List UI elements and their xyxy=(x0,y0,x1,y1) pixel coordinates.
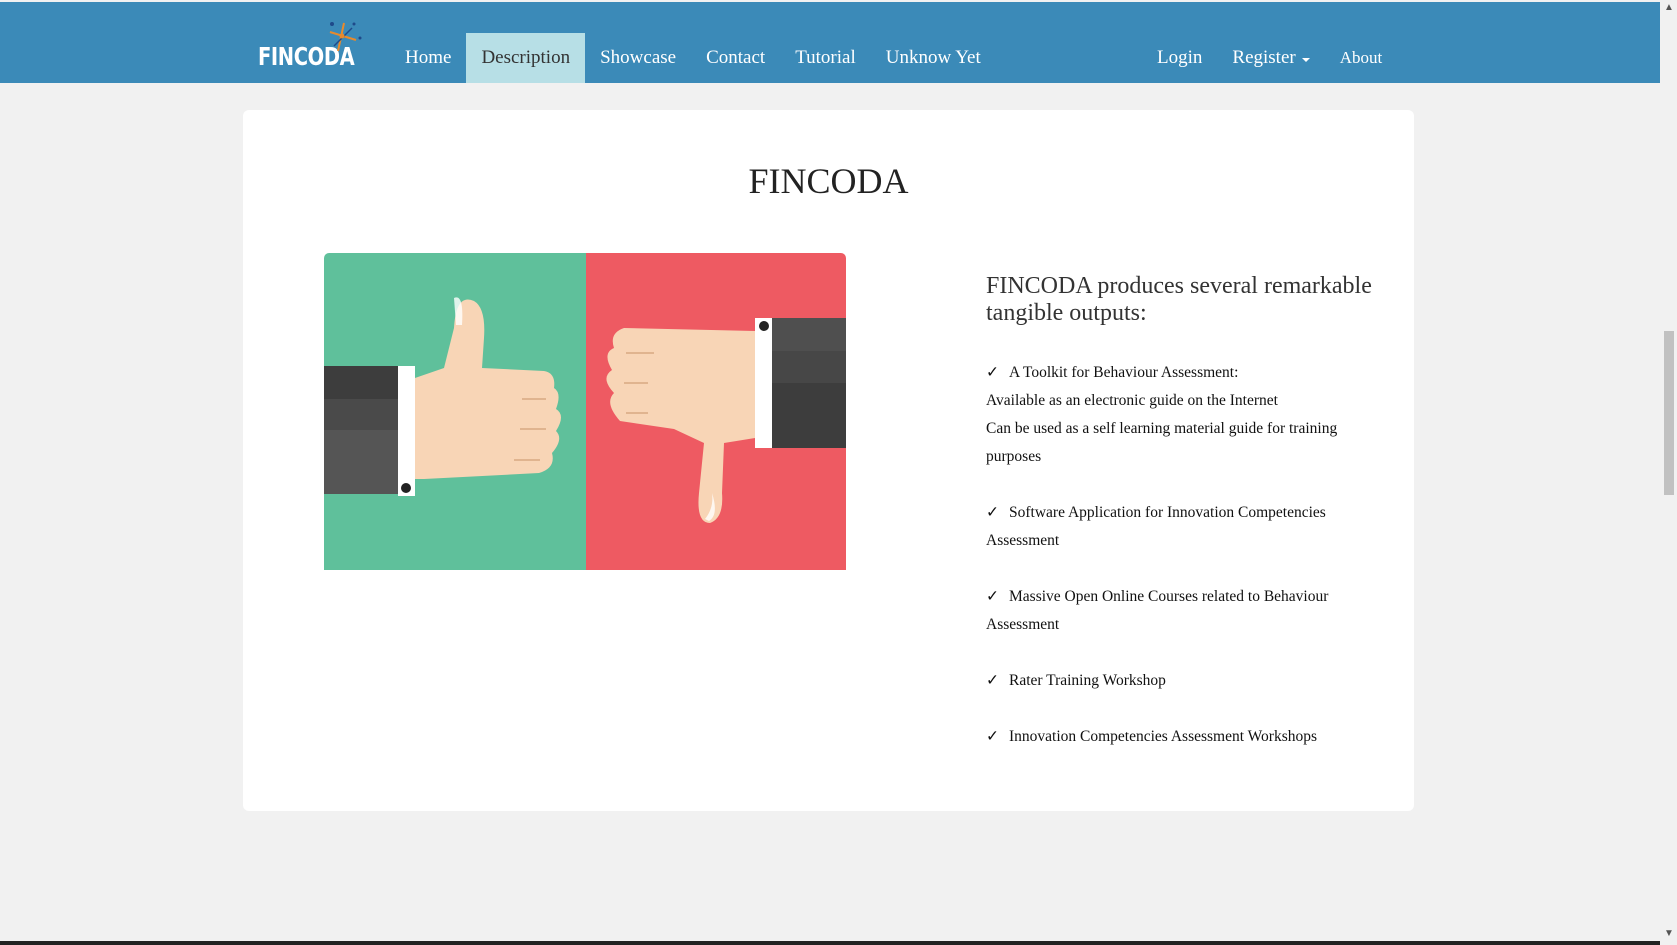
brand-logo[interactable]: FINCODA xyxy=(256,18,366,78)
vertical-scrollbar[interactable]: ▲ ▼ xyxy=(1660,0,1677,945)
output-detail: Available as an electronic guide on the … xyxy=(986,392,1278,409)
checkmark-icon: ✓ xyxy=(986,588,999,605)
output-detail: Can be used as a self learning material … xyxy=(986,420,1338,465)
outputs-subtitle: FINCODA produces several remarkable tang… xyxy=(986,273,1372,326)
nav-showcase[interactable]: Showcase xyxy=(585,33,691,83)
nav-contact[interactable]: Contact xyxy=(691,33,780,83)
outputs-list: ✓ A Toolkit for Behaviour Assessment: Ava… xyxy=(986,359,1386,751)
caret-down-icon xyxy=(1301,57,1310,62)
list-item: ✓ Massive Open Online Courses related to … xyxy=(986,583,1386,639)
output-title: A Toolkit for Behaviour Assessment: xyxy=(1009,364,1239,381)
nav-home[interactable]: Home xyxy=(390,33,466,83)
account-nav: Login Register About xyxy=(1142,33,1397,83)
thumbs-illustration xyxy=(324,253,846,570)
list-item: ✓ Innovation Competencies Assessment Work… xyxy=(986,723,1386,751)
list-item: ✓ Rater Training Workshop xyxy=(986,667,1386,695)
list-item: ✓ Software Application for Innovation Com… xyxy=(986,499,1386,555)
checkmark-icon: ✓ xyxy=(986,672,999,689)
checkmark-icon: ✓ xyxy=(986,364,999,381)
scroll-down-icon[interactable]: ▼ xyxy=(1664,928,1674,939)
main-nav: Home Description Showcase Contact Tutori… xyxy=(390,33,996,83)
checkmark-icon: ✓ xyxy=(986,504,999,521)
output-title: Rater Training Workshop xyxy=(1009,672,1166,689)
bottom-edge xyxy=(0,941,1660,945)
outputs-column: FINCODA produces several remarkable tang… xyxy=(986,273,1386,779)
sparkle-logo-icon xyxy=(329,22,362,52)
nav-register-label: Register xyxy=(1232,47,1296,68)
scroll-thumb[interactable] xyxy=(1664,331,1674,495)
top-navbar: FINCODA Home Description Showcase Contac… xyxy=(0,2,1660,83)
checkmark-icon: ✓ xyxy=(986,728,999,745)
list-item: ✓ A Toolkit for Behaviour Assessment: Ava… xyxy=(986,359,1386,471)
nav-register[interactable]: Register xyxy=(1217,33,1324,83)
content-card: FINCODA FINCODA produces several remarka… xyxy=(243,110,1414,811)
nav-unknow-yet[interactable]: Unknow Yet xyxy=(871,33,996,83)
nav-login[interactable]: Login xyxy=(1142,33,1217,83)
nav-description[interactable]: Description xyxy=(466,33,586,83)
output-title: Innovation Competencies Assessment Works… xyxy=(1009,728,1318,745)
nav-about[interactable]: About xyxy=(1325,33,1398,83)
output-title: Software Application for Innovation Comp… xyxy=(986,504,1326,549)
output-title: Massive Open Online Courses related to B… xyxy=(986,588,1329,633)
scroll-up-icon[interactable]: ▲ xyxy=(1664,2,1674,13)
nav-tutorial[interactable]: Tutorial xyxy=(780,33,871,83)
page-title: FINCODA xyxy=(748,161,909,201)
